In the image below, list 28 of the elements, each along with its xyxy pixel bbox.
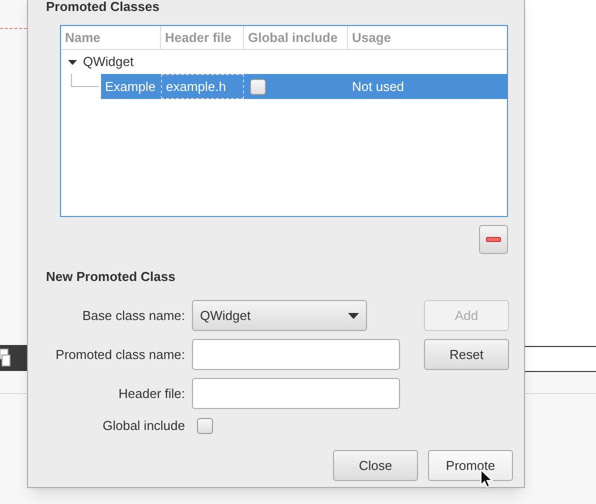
- promoted-classes-tree[interactable]: Name Header file Global include Usage QWidget Example example.h Not used: [60, 25, 508, 217]
- table-cell-text: Not used: [351, 78, 406, 96]
- field-label: Header file:: [118, 384, 185, 403]
- expand-arrow-icon[interactable]: [68, 58, 76, 66]
- checkbox-label: Global include: [102, 417, 185, 436]
- tree-row[interactable]: QWidget: [61, 50, 507, 74]
- document-icon[interactable]: [0, 348, 11, 368]
- section-title: Promoted Classes: [46, 0, 160, 15]
- toolbar-strip: [525, 346, 596, 372]
- tree-branch-line: [71, 74, 99, 87]
- table-cell: example.h: [161, 74, 244, 99]
- section-title: New Promoted Class: [46, 269, 176, 285]
- reset-button[interactable]: Reset: [424, 339, 509, 370]
- base-class-dropdown[interactable]: QWidget: [192, 300, 367, 331]
- field-label: Promoted class name:: [54, 346, 185, 364]
- mouse-cursor-icon: [480, 469, 493, 488]
- checkbox[interactable]: [250, 78, 266, 94]
- field-label: Base class name:: [81, 306, 185, 325]
- close-button[interactable]: Close: [333, 450, 418, 481]
- header-file-field[interactable]: [192, 378, 400, 409]
- global-include-checkbox[interactable]: [197, 418, 213, 434]
- promote-button[interactable]: Promote: [428, 450, 513, 481]
- table-cell-text: QWidget: [83, 53, 134, 72]
- promoted-class-name-field[interactable]: [192, 339, 400, 370]
- remove-button[interactable]: [479, 225, 508, 254]
- caret-icon: [348, 312, 359, 318]
- table-cell-text: Example: [104, 78, 157, 96]
- minus-icon: [486, 237, 501, 242]
